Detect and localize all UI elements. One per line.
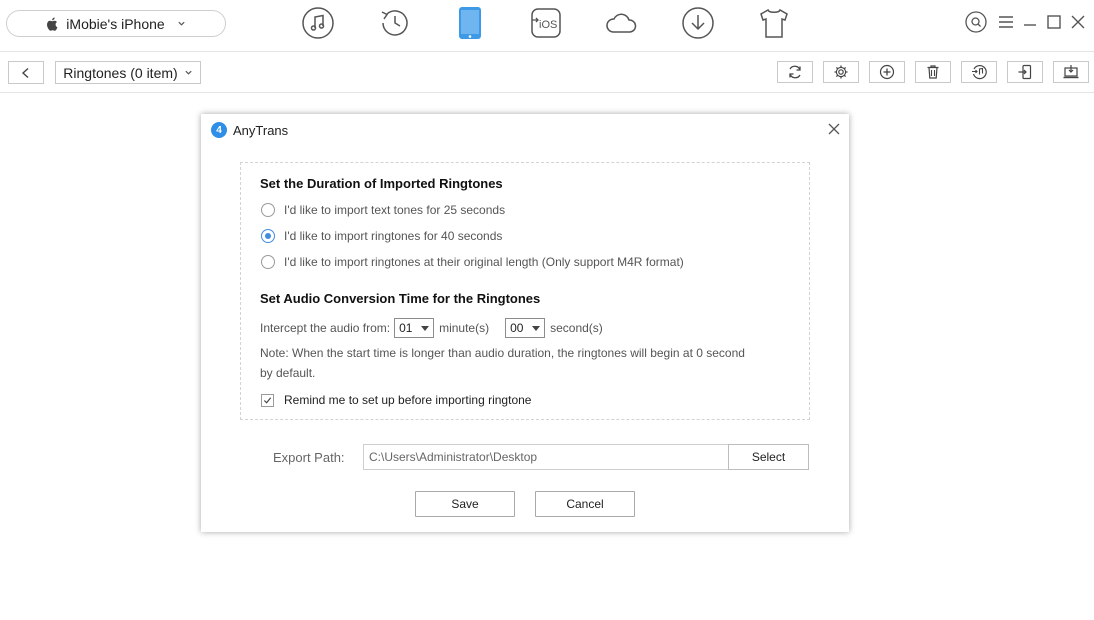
radio-label: I'd like to import ringtones at their or… (284, 255, 684, 269)
refresh-button[interactable] (777, 61, 813, 83)
category-label: Ringtones (0 item) (63, 64, 178, 81)
phone-icon[interactable] (453, 6, 487, 40)
sub-toolbar: Ringtones (0 item) (0, 53, 1094, 93)
ios-mover-icon[interactable]: iOS (529, 6, 563, 40)
radio-label: I'd like to import ringtones for 40 seco… (284, 229, 503, 243)
chevron-left-icon (21, 67, 29, 78)
apple-icon (47, 17, 58, 31)
radio-option-40-seconds[interactable]: I'd like to import ringtones for 40 seco… (261, 229, 502, 243)
settings-button[interactable] (823, 61, 859, 83)
settings-box: Set the Duration of Imported Ringtones I… (240, 162, 810, 420)
history-icon[interactable] (378, 6, 412, 40)
second-unit: second(s) (550, 321, 603, 335)
minute-value: 01 (399, 321, 413, 335)
radio-button[interactable] (261, 255, 275, 269)
refresh-icon (789, 65, 801, 79)
minimize-icon[interactable] (1019, 11, 1041, 33)
music-icon[interactable] (301, 6, 335, 40)
add-icon (879, 64, 895, 80)
dialog-close-icon[interactable] (827, 122, 841, 136)
device-name: iMobie's iPhone (66, 15, 165, 32)
close-icon[interactable] (1067, 11, 1089, 33)
menu-icon[interactable] (995, 11, 1017, 33)
delete-icon (927, 65, 939, 79)
dropdown-arrow-icon (421, 325, 430, 331)
checkmark-icon (263, 396, 272, 404)
to-computer-button[interactable] (1053, 61, 1089, 83)
second-select[interactable]: 00 (505, 318, 546, 338)
radio-label: I'd like to import text tones for 25 sec… (284, 203, 506, 217)
radio-option-original-length[interactable]: I'd like to import ringtones at their or… (261, 255, 684, 269)
chevron-down-icon (178, 21, 185, 26)
shirt-icon[interactable] (757, 6, 791, 40)
dialog-title-bar: 4 AnyTrans (211, 121, 288, 139)
intercept-row: Intercept the audio from: 01 minute(s) 0… (260, 318, 603, 338)
to-computer-icon (1063, 65, 1079, 79)
intercept-label: Intercept the audio from: (260, 321, 391, 335)
download-icon[interactable] (681, 6, 715, 40)
back-button[interactable] (8, 61, 44, 84)
cancel-button[interactable]: Cancel (535, 491, 635, 517)
dialog-title: AnyTrans (233, 122, 289, 138)
top-bar: iMobie's iPhone iOS (0, 0, 1094, 52)
device-selector[interactable]: iMobie's iPhone (6, 10, 226, 37)
ios-label: iOS (539, 19, 557, 31)
save-button[interactable]: Save (415, 491, 515, 517)
note-text: Note: When the start time is longer than… (260, 346, 745, 380)
dropdown-arrow-icon (532, 325, 541, 331)
chevron-down-icon (185, 70, 192, 75)
remind-label: Remind me to set up before importing rin… (284, 393, 532, 407)
to-device-icon (1018, 64, 1032, 80)
conversion-section-title: Set Audio Conversion Time for the Ringto… (260, 291, 541, 306)
export-path-field[interactable]: C:\Users\Administrator\Desktop (363, 444, 729, 470)
category-selector[interactable]: Ringtones (0 item) (55, 61, 201, 84)
icloud-icon[interactable] (604, 6, 638, 40)
search-icon[interactable] (965, 11, 987, 33)
select-path-button[interactable]: Select (728, 444, 809, 470)
maximize-icon[interactable] (1043, 11, 1065, 33)
settings-icon (834, 65, 848, 79)
radio-button[interactable] (261, 203, 275, 217)
anytrans-logo-icon: 4 (211, 122, 227, 138)
export-path-label: Export Path: (273, 450, 345, 465)
to-device-button[interactable] (1007, 61, 1043, 83)
radio-button-selected[interactable] (261, 229, 275, 243)
radio-option-text-tones[interactable]: I'd like to import text tones for 25 sec… (261, 203, 505, 217)
minute-unit: minute(s) (439, 321, 490, 335)
second-value: 00 (510, 321, 524, 335)
duration-section-title: Set the Duration of Imported Ringtones (260, 176, 503, 191)
delete-button[interactable] (915, 61, 951, 83)
remind-option[interactable]: Remind me to set up before importing rin… (261, 393, 531, 407)
remind-checkbox[interactable] (261, 393, 274, 407)
add-button[interactable] (869, 61, 905, 83)
minute-select[interactable]: 01 (394, 318, 435, 338)
to-itunes-icon (972, 65, 987, 80)
to-itunes-button[interactable] (961, 61, 997, 83)
ringtone-settings-dialog: 4 AnyTrans Set the Duration of Imported … (201, 114, 849, 532)
